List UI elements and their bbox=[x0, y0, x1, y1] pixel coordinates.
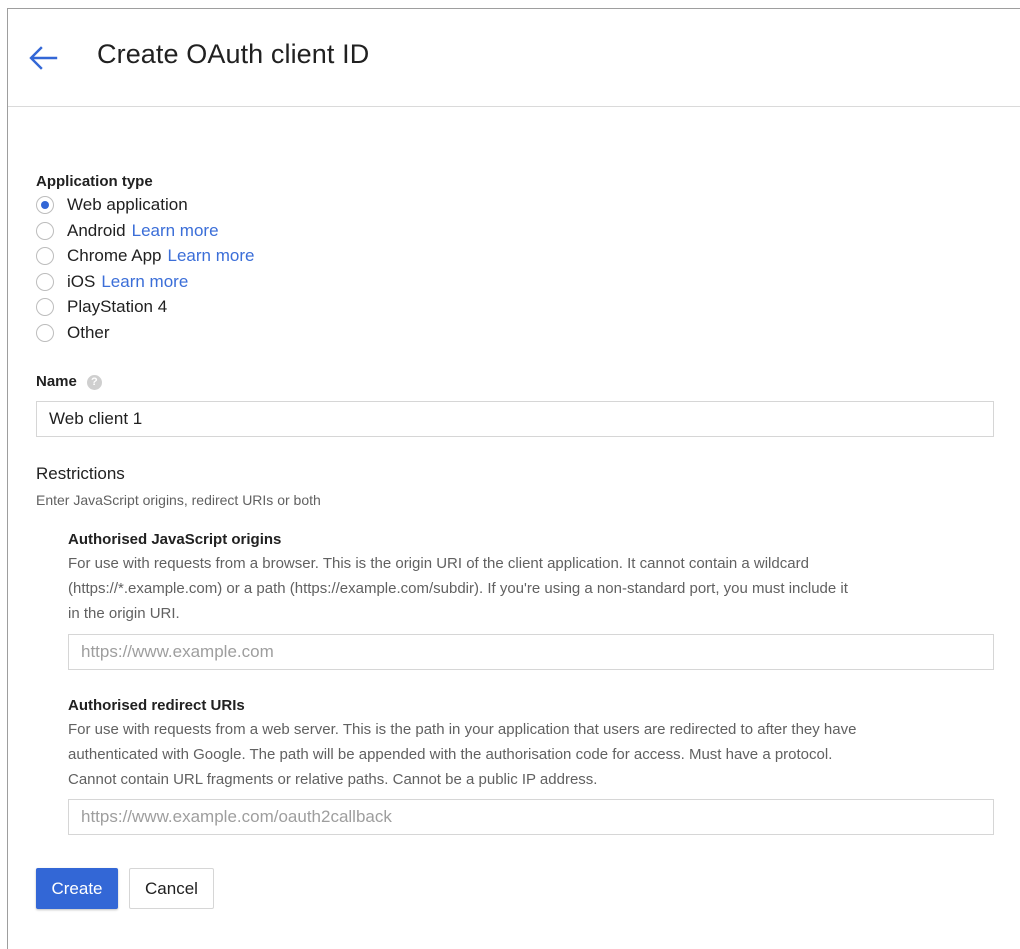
radio-label: Web application bbox=[67, 195, 188, 214]
help-line: For use with requests from a web server.… bbox=[68, 721, 857, 738]
radio-web-application[interactable]: Web application bbox=[36, 193, 188, 217]
radio-chrome-app[interactable]: Chrome App Learn more bbox=[36, 244, 254, 268]
help-line: in the origin URI. bbox=[68, 605, 180, 622]
redirect-uris-help: For use with requests from a web server.… bbox=[68, 717, 1008, 792]
radio-button-checked[interactable] bbox=[36, 196, 54, 214]
redirect-uris-input[interactable] bbox=[68, 799, 994, 835]
page-title: Create OAuth client ID bbox=[97, 39, 370, 69]
radio-ios[interactable]: iOS Learn more bbox=[36, 270, 188, 294]
help-line: (https://*.example.com) or a path (https… bbox=[68, 580, 848, 597]
radio-button[interactable] bbox=[36, 273, 54, 291]
cancel-button[interactable]: Cancel bbox=[129, 868, 214, 909]
learn-more-link[interactable]: Learn more bbox=[132, 221, 219, 241]
restrictions-subtitle: Enter JavaScript origins, redirect URIs … bbox=[36, 492, 321, 508]
radio-label: PlayStation 4 bbox=[67, 297, 168, 316]
radio-button[interactable] bbox=[36, 222, 54, 240]
page-header: Create OAuth client ID bbox=[8, 9, 1020, 107]
help-line: Cannot contain URL fragments or relative… bbox=[68, 771, 598, 788]
learn-more-link[interactable]: Learn more bbox=[101, 272, 188, 292]
help-line: For use with requests from a browser. Th… bbox=[68, 555, 809, 572]
js-origins-help: For use with requests from a browser. Th… bbox=[68, 551, 1008, 626]
radio-android[interactable]: Android Learn more bbox=[36, 219, 219, 243]
back-arrow-icon[interactable] bbox=[28, 45, 58, 71]
learn-more-link[interactable]: Learn more bbox=[168, 246, 255, 266]
name-label: Name bbox=[36, 373, 77, 390]
radio-button[interactable] bbox=[36, 247, 54, 265]
redirect-uris-title: Authorised redirect URIs bbox=[68, 697, 245, 714]
js-origins-input[interactable] bbox=[68, 634, 994, 670]
dialog-frame: Create OAuth client ID Application type … bbox=[7, 8, 1020, 949]
radio-other[interactable]: Other bbox=[36, 321, 110, 345]
radio-label: iOS bbox=[67, 272, 96, 291]
restrictions-title: Restrictions bbox=[36, 464, 125, 483]
name-input[interactable] bbox=[36, 401, 994, 437]
radio-label: Chrome App bbox=[67, 246, 162, 265]
name-label-row: Name? bbox=[36, 373, 102, 390]
radio-button[interactable] bbox=[36, 324, 54, 342]
js-origins-title: Authorised JavaScript origins bbox=[68, 531, 282, 548]
help-icon[interactable]: ? bbox=[86, 375, 102, 390]
radio-label: Android bbox=[67, 221, 126, 240]
radio-label: Other bbox=[67, 323, 110, 342]
create-button[interactable]: Create bbox=[36, 868, 118, 909]
application-type-label: Application type bbox=[36, 173, 153, 190]
radio-button[interactable] bbox=[36, 298, 54, 316]
help-line: authenticated with Google. The path will… bbox=[68, 746, 833, 763]
radio-playstation-4[interactable]: PlayStation 4 bbox=[36, 295, 167, 319]
